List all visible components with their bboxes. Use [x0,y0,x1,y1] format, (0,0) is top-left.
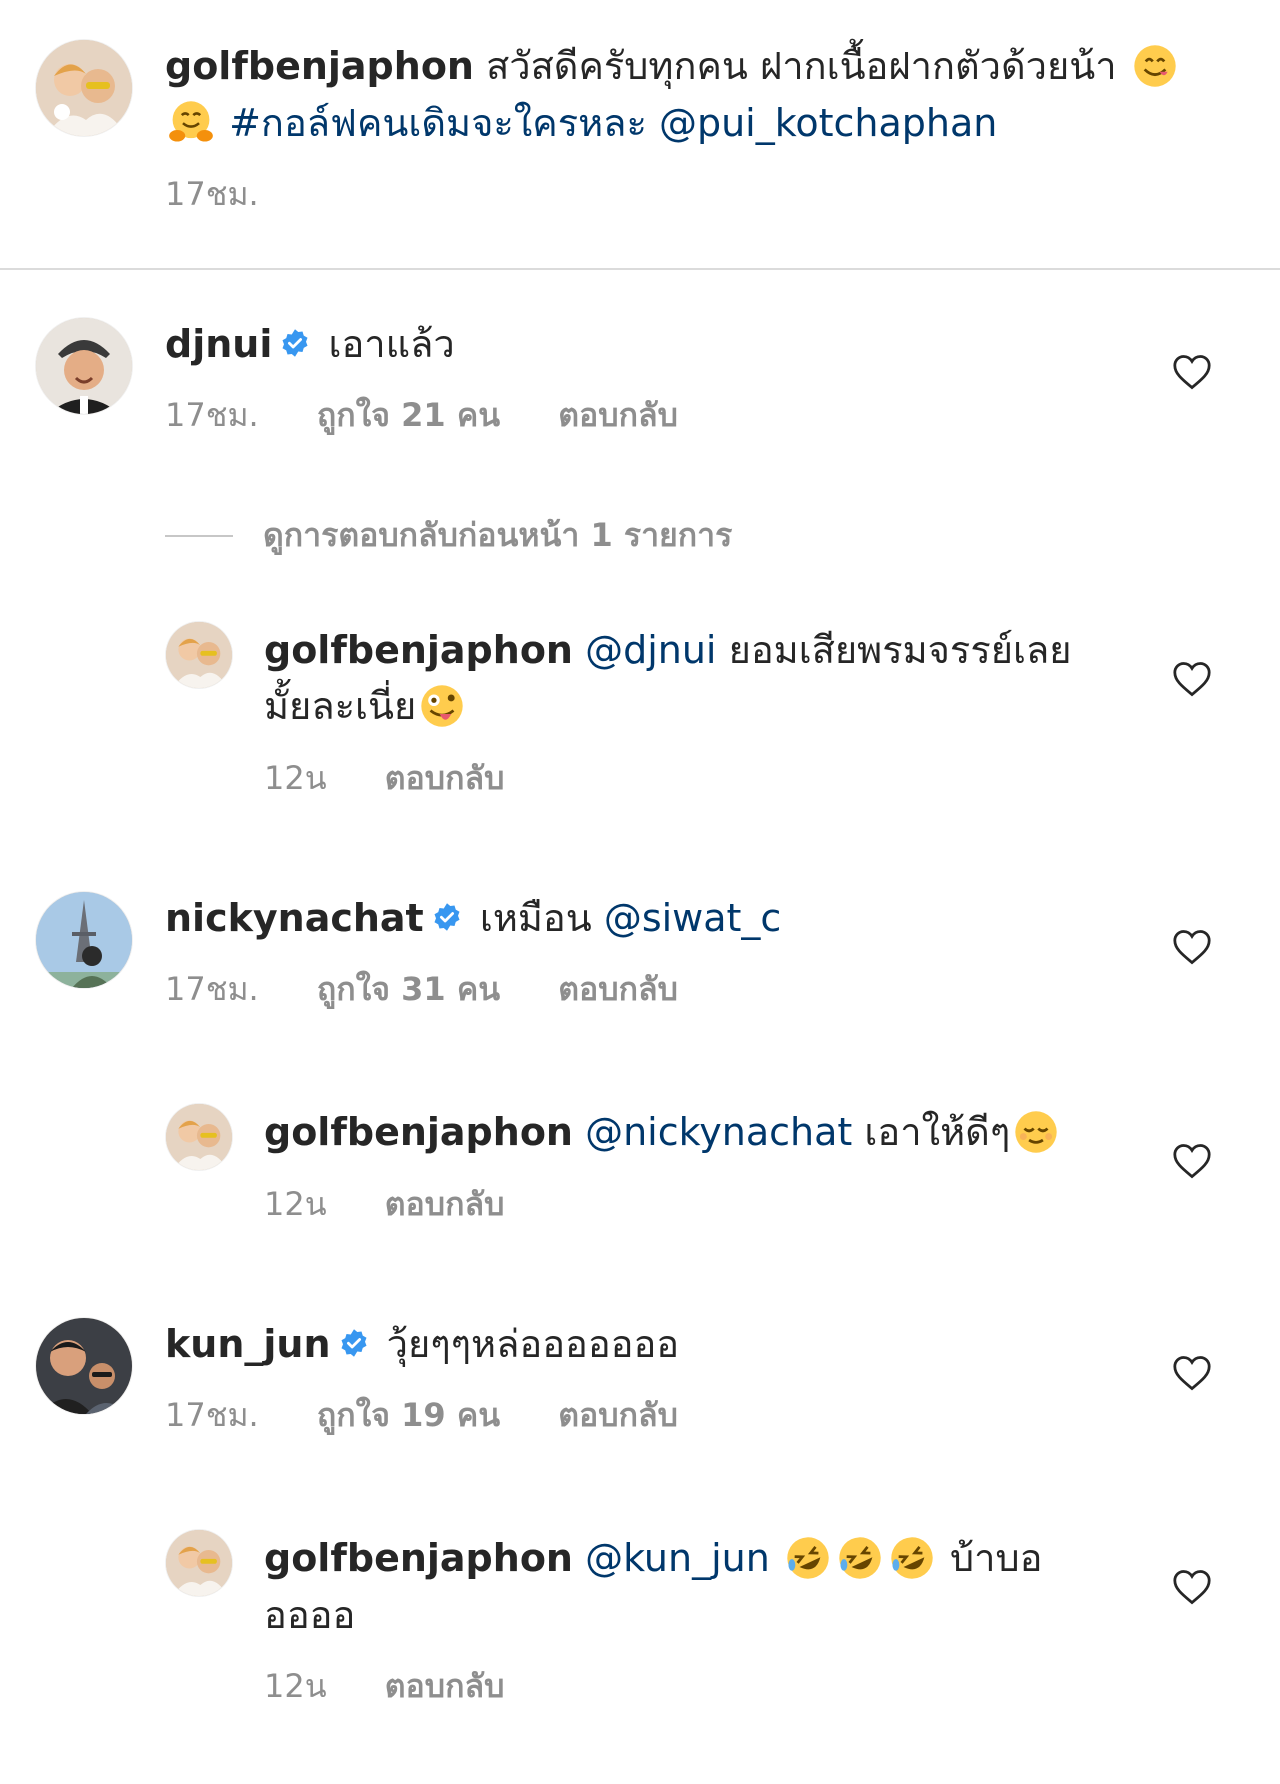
comment-time: 17ชม. [165,1396,259,1434]
comment-username[interactable]: kun_jun [165,1322,331,1366]
hugging-face-emoji-icon [168,99,214,145]
reply-text-line2: มั้ยละเนี่ย [264,684,417,728]
like-heart-icon[interactable] [1172,929,1212,965]
reply-button[interactable]: ตอบกลับ [385,1667,505,1705]
avatar-photo [36,1318,132,1414]
comment-username[interactable]: djnui [165,322,272,366]
caption-text: สวัสดีครับทุกคน ฝากเนื้อฝากตัวด้วยน้า [486,44,1117,88]
reply-avatar-golfbenjaphon[interactable] [166,1104,232,1170]
rofl-emoji-icon [837,1535,883,1581]
like-heart-icon[interactable] [1172,354,1212,390]
reply-button[interactable]: ตอบกลับ [558,1396,678,1434]
comment-nickynachat: nickynachat เหมือน @siwat_c 17ชม. ถูกใจ … [165,890,781,1015]
comment-likes[interactable]: ถูกใจ 21 คน [317,396,500,434]
comment-avatar-kun_jun[interactable] [36,1318,132,1414]
verified-badge-icon [432,902,462,932]
caption-mention[interactable]: @pui_kotchaphan [659,101,997,145]
reply-button[interactable]: ตอบกลับ [558,396,678,434]
caption-username[interactable]: golfbenjaphon [165,44,474,88]
reply-djnui: golfbenjaphon @djnui ยอมเสียพรมจรรย์เลย … [264,622,1124,804]
avatar-photo [36,892,132,988]
comment-text: เอาแล้ว [328,322,455,366]
view-replies-label: ดูการตอบกลับก่อนหน้า 1 รายการ [263,516,733,554]
reply-avatar-golfbenjaphon[interactable] [166,622,232,688]
view-replies-dash [165,534,233,537]
comment-username[interactable]: nickynachat [165,896,424,940]
like-heart-icon[interactable] [1172,661,1212,697]
reply-username[interactable]: golfbenjaphon [264,1110,573,1154]
yum-face-emoji-icon [1132,43,1178,89]
caption-time: 17ชม. [165,175,259,213]
comment-avatar-nickynachat[interactable] [36,892,132,988]
like-heart-icon[interactable] [1172,1143,1212,1179]
rofl-emoji-icon [785,1535,831,1581]
reply-button[interactable]: ตอบกลับ [385,759,505,797]
divider [0,268,1280,270]
reply-time: 12น [264,1184,327,1223]
caption-avatar[interactable] [36,40,132,136]
rofl-emoji-icon [889,1535,935,1581]
reply-mention[interactable]: @djnui [585,628,716,672]
comment-text: วุ้ยๆๆหล่อออออออ [386,1322,680,1366]
comment-time: 17ชม. [165,396,259,434]
comment-text: เหมือน [479,896,592,940]
comment-likes[interactable]: ถูกใจ 19 คน [317,1396,500,1434]
like-heart-icon[interactable] [1172,1355,1212,1391]
avatar-photo [166,622,232,688]
reply-text-line1: บ้าบอ [950,1536,1043,1580]
reply-text-line2: ออออ [264,1592,356,1637]
comment-likes[interactable]: ถูกใจ 31 คน [317,970,500,1008]
reply-time: 12น [264,758,327,797]
reply-kun_jun: golfbenjaphon @kun_jun บ้าบอ ออออ 12น ตอ… [264,1530,1124,1712]
reply-username[interactable]: golfbenjaphon [264,628,573,672]
reply-username[interactable]: golfbenjaphon [264,1536,573,1580]
reply-button[interactable]: ตอบกลับ [385,1185,505,1223]
reply-time: 12น [264,1666,327,1705]
avatar-photo [36,40,132,136]
reply-text: เอาให้ดีๆ [864,1110,1011,1154]
verified-badge-icon [339,1328,369,1358]
reply-button[interactable]: ตอบกลับ [558,970,678,1008]
reply-nickynachat: golfbenjaphon @nickynachat เอาให้ดีๆ 12น… [264,1104,1124,1230]
comment-mention[interactable]: @siwat_c [604,896,782,940]
comment-djnui: djnui เอาแล้ว 17ชม. ถูกใจ 21 คน ตอบกลับ [165,316,726,441]
view-previous-replies-link[interactable]: ดูการตอบกลับก่อนหน้า 1 รายการ [165,510,732,561]
comment-time: 17ชม. [165,970,259,1008]
avatar-photo [166,1530,232,1596]
avatar-photo [166,1104,232,1170]
reply-avatar-golfbenjaphon[interactable] [166,1530,232,1596]
avatar-photo [36,318,132,414]
reply-mention[interactable]: @kun_jun [585,1536,770,1580]
caption-hashtag[interactable]: #กอล์ฟคนเดิมจะใครหละ [229,101,647,145]
comment-avatar-djnui[interactable] [36,318,132,414]
zany-face-emoji-icon [419,683,465,729]
reply-text-line1: ยอมเสียพรมจรรย์เลย [728,628,1072,672]
relieved-face-emoji-icon [1013,1109,1059,1155]
comment-kun_jun: kun_jun วุ้ยๆๆหล่อออออออ 17ชม. ถูกใจ 19 … [165,1316,726,1441]
verified-badge-icon [280,328,310,358]
like-heart-icon[interactable] [1172,1569,1212,1605]
reply-mention[interactable]: @nickynachat [585,1110,852,1154]
caption-body: golfbenjaphon สวัสดีครับทุกคน ฝากเนื้อฝา… [165,38,1245,220]
